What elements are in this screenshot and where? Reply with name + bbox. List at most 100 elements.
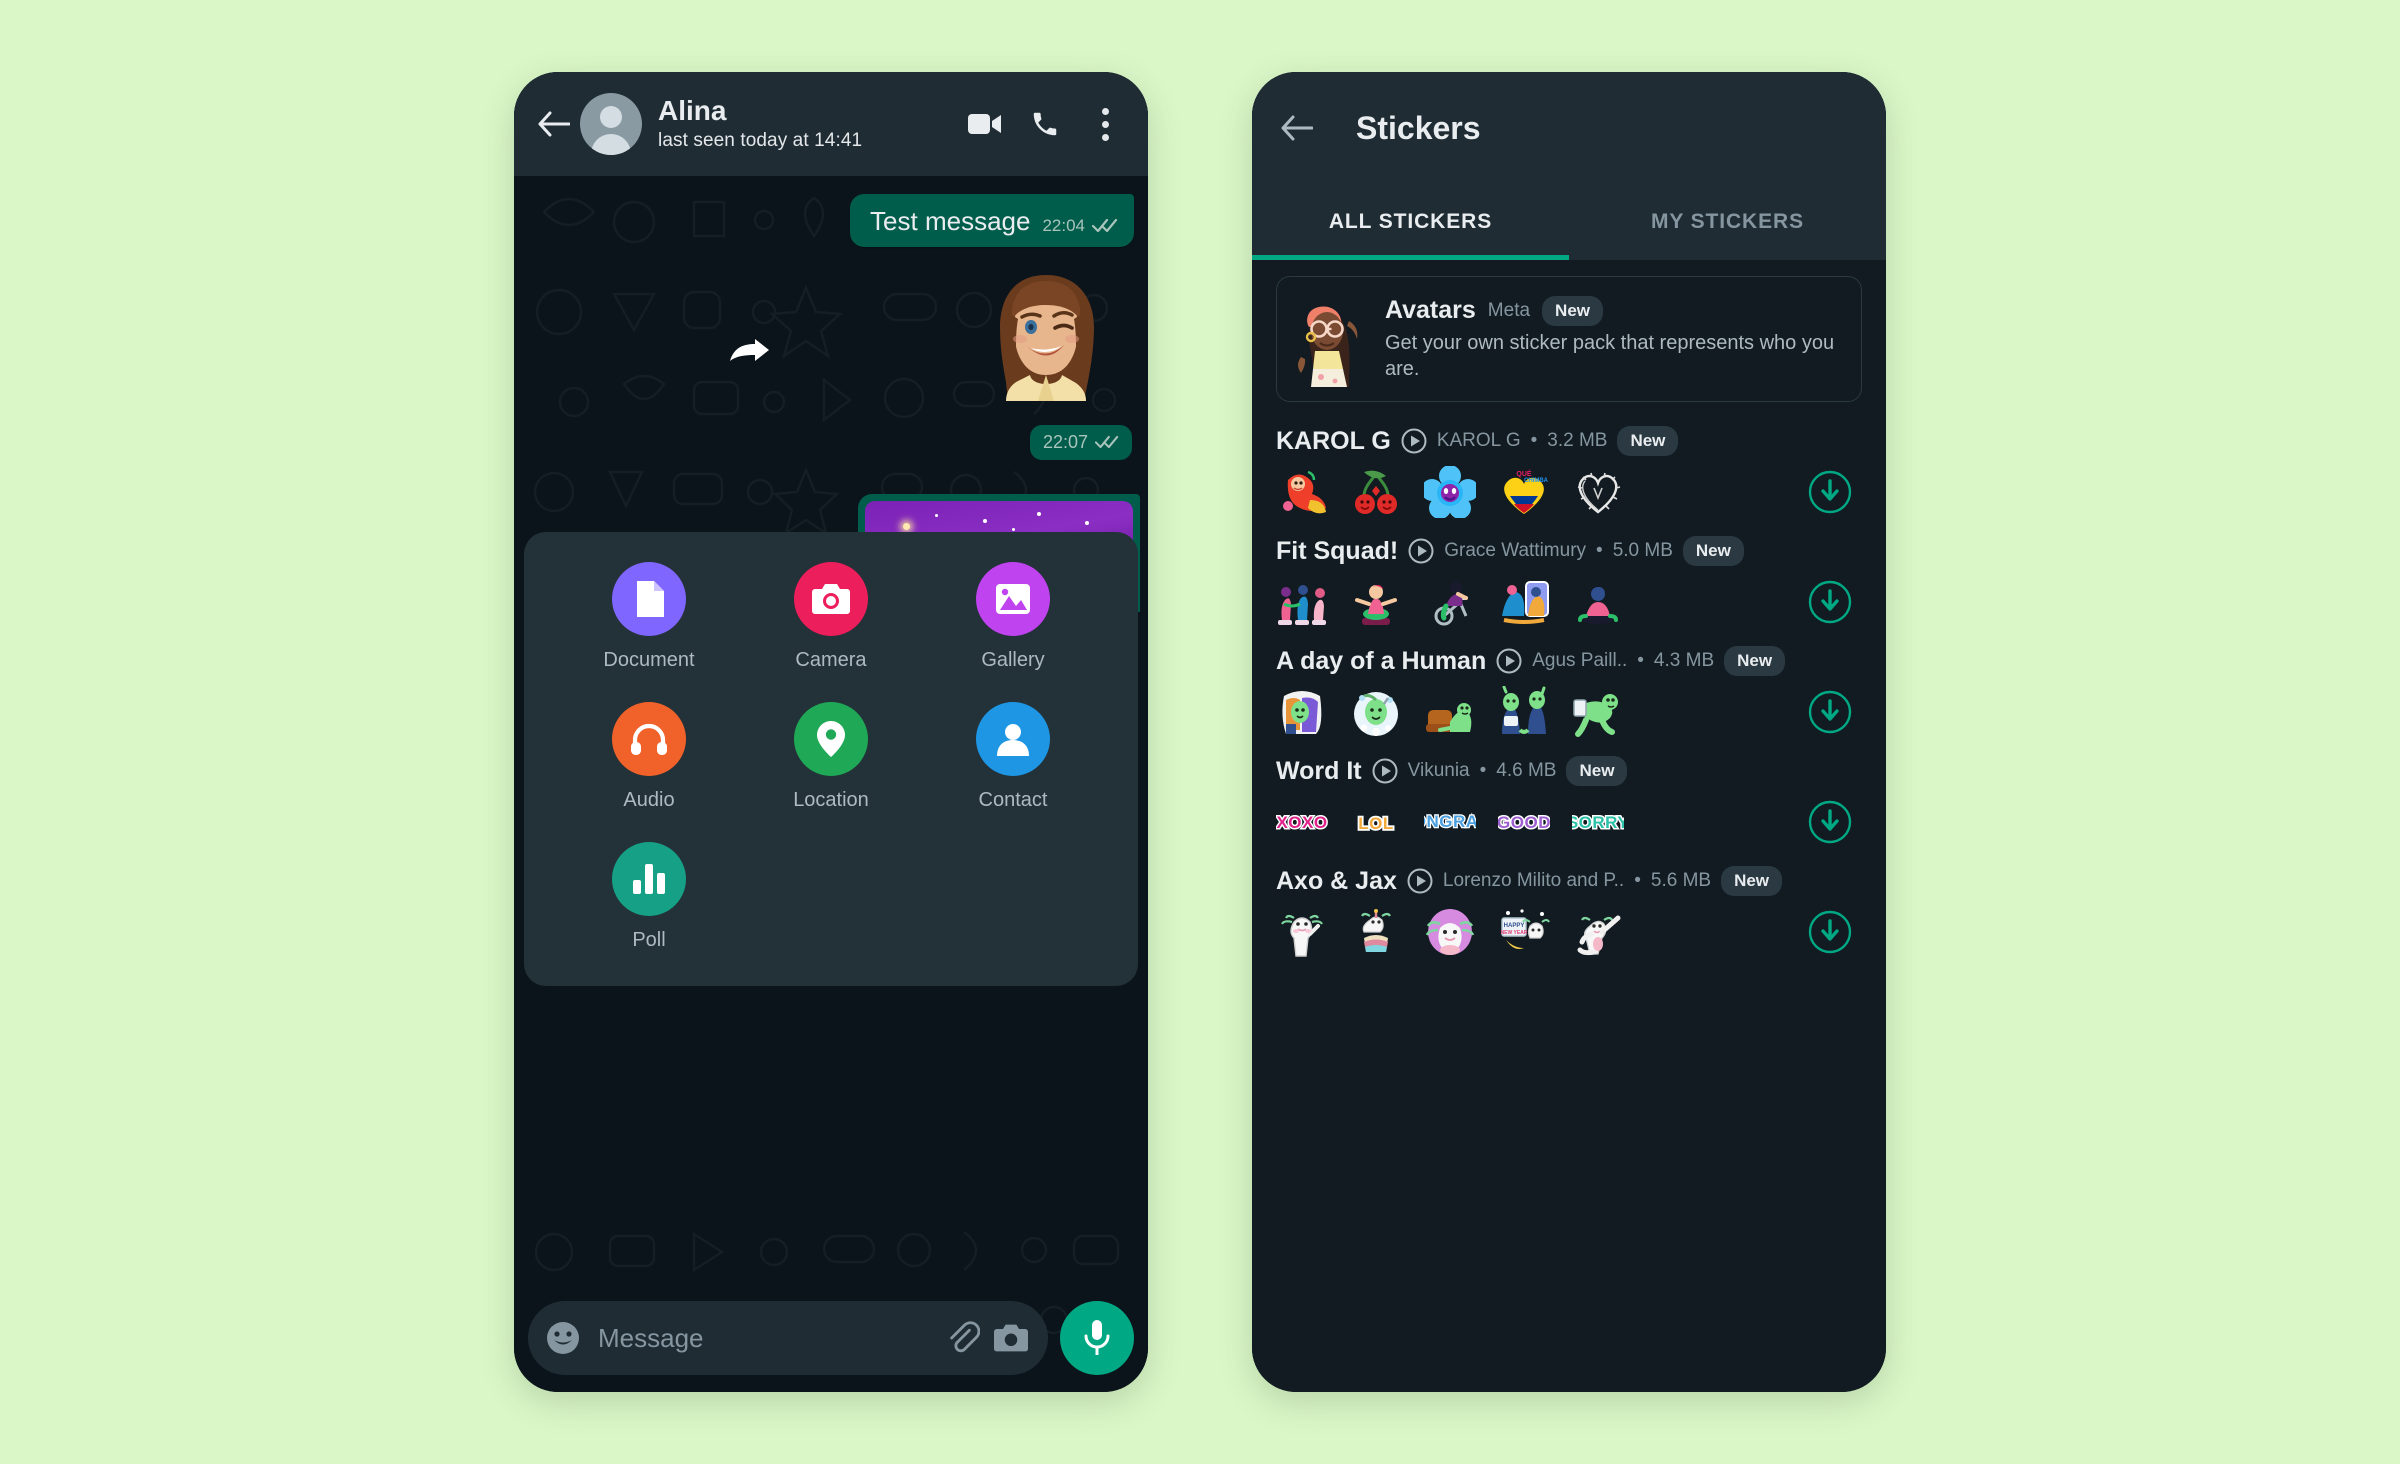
message-input[interactable]: Message xyxy=(598,1323,932,1354)
outgoing-text-bubble[interactable]: Test message 22:04 xyxy=(850,194,1134,247)
avatars-title: Avatars xyxy=(1385,296,1476,325)
chat-message-list[interactable]: Test message 22:04 22:07 Document Camera… xyxy=(514,176,1148,1392)
play-circle-icon[interactable] xyxy=(1407,868,1433,894)
avatars-promo-card[interactable]: Avatars Meta New Get your own sticker pa… xyxy=(1276,276,1862,402)
tab-all-stickers[interactable]: ALL STICKERS xyxy=(1252,184,1569,260)
play-circle-icon[interactable] xyxy=(1372,758,1398,784)
download-button[interactable] xyxy=(1808,580,1852,624)
sticker-thumb-sofa[interactable] xyxy=(1424,686,1476,738)
pack-thumbnails: XOXO LOL CONGRATS GOOD xyxy=(1276,796,1808,848)
sticker-pack[interactable]: Axo & Jax Lorenzo Milito and P.. • 5.6 M… xyxy=(1252,850,1886,960)
attachment-location[interactable]: Location xyxy=(740,702,922,812)
pack-header: KAROL G KAROL G • 3.2 MB New xyxy=(1276,426,1862,456)
camera-icon[interactable] xyxy=(994,1323,1028,1353)
back-button[interactable] xyxy=(1276,107,1318,149)
contact-info[interactable]: Alina last seen today at 14:41 xyxy=(658,95,968,153)
sticker-thumb-word-xoxo[interactable]: XOXO xyxy=(1276,796,1328,848)
svg-text:NEW YEAR: NEW YEAR xyxy=(1501,930,1528,936)
play-circle-icon[interactable] xyxy=(1408,538,1434,564)
sticker-thumb-happy-new-year[interactable]: HAPPY NEW YEAR xyxy=(1498,906,1550,958)
tab-my-stickers[interactable]: MY STICKERS xyxy=(1569,184,1886,260)
pack-thumbnails: QUÉ CHIMBA xyxy=(1276,466,1808,518)
sticker-thumb-running[interactable] xyxy=(1572,686,1624,738)
svg-text:QUÉ: QUÉ xyxy=(1516,469,1532,478)
chat-header: Alina last seen today at 14:41 xyxy=(514,72,1148,176)
sticker-pack[interactable]: Word It Vikunia • 4.6 MB New XOXO LOL NG… xyxy=(1252,740,1886,850)
pack-separator: • xyxy=(1596,540,1603,561)
sticker-thumb-word-congrats[interactable]: CONGRATS xyxy=(1424,796,1476,848)
sticker-pack[interactable]: Fit Squad! Grace Wattimury • 5.0 MB New xyxy=(1252,520,1886,630)
video-call-button[interactable] xyxy=(968,107,1002,141)
voice-call-button[interactable] xyxy=(1028,107,1062,141)
sticker-thumb-mermaid[interactable] xyxy=(1276,466,1328,518)
pack-new-badge: New xyxy=(1682,536,1744,566)
sticker-thumb-word-lol[interactable]: LOL xyxy=(1350,796,1402,848)
pack-new-badge: New xyxy=(1566,756,1628,786)
attachment-gallery[interactable]: Gallery xyxy=(922,562,1104,672)
sticker-thumb-word-sorry[interactable]: SORRY xyxy=(1572,796,1624,848)
attachment-location-label: Location xyxy=(793,789,869,811)
location-pin-icon xyxy=(817,721,845,757)
sticker-thumb-yoga[interactable] xyxy=(1572,576,1624,628)
play-circle-icon[interactable] xyxy=(1401,428,1427,454)
play-circle-icon[interactable] xyxy=(1496,648,1522,674)
pack-size: 4.6 MB xyxy=(1496,760,1557,781)
sticker-thumb-spin-bike[interactable] xyxy=(1424,576,1476,628)
pack-author: Agus Paill.. xyxy=(1532,650,1628,671)
sticker-thumb-axolotl-pink[interactable] xyxy=(1424,906,1476,958)
attachment-document[interactable]: Document xyxy=(558,562,740,672)
sticker-thumb-gym-trio[interactable] xyxy=(1276,576,1328,628)
attachment-audio-label: Audio xyxy=(623,789,675,811)
download-circle-icon xyxy=(1808,690,1852,734)
sticker-thumb-stretch[interactable] xyxy=(1350,576,1402,628)
kebab-menu-icon xyxy=(1101,107,1109,141)
voice-record-button[interactable] xyxy=(1060,1301,1134,1375)
sticker-thumb-phone-workout[interactable] xyxy=(1498,576,1550,628)
document-icon-circle xyxy=(612,562,686,636)
sticker-pack-list[interactable]: Avatars Meta New Get your own sticker pa… xyxy=(1252,260,1886,1392)
attachment-contact[interactable]: Contact xyxy=(922,702,1104,812)
download-button[interactable] xyxy=(1808,800,1852,844)
pack-size: 4.3 MB xyxy=(1653,650,1715,671)
sticker-thumb-thorn-heart[interactable] xyxy=(1572,466,1624,518)
attachment-poll[interactable]: Poll xyxy=(558,842,740,952)
sticker-thumb-cherries[interactable] xyxy=(1350,466,1402,518)
audio-icon-circle xyxy=(612,702,686,776)
stickers-phone-frame: Stickers ALL STICKERS MY STICKERS Avatar… xyxy=(1252,72,1886,1392)
avatar[interactable] xyxy=(580,93,642,155)
pack-name: Fit Squad! xyxy=(1276,536,1399,565)
sticker-thumb-shower[interactable] xyxy=(1350,686,1402,738)
sticker-thumb-axolotl-wave[interactable] xyxy=(1276,906,1328,958)
sticker-thumb-bus[interactable] xyxy=(1276,686,1328,738)
sticker-thumb-que-chimba[interactable]: QUÉ CHIMBA xyxy=(1498,466,1550,518)
paperclip-icon[interactable] xyxy=(946,1321,980,1355)
sticker-thumb-axolotl-cake[interactable] xyxy=(1350,906,1402,958)
download-button[interactable] xyxy=(1808,910,1852,954)
sticker-thumb-word-good[interactable]: GOOD xyxy=(1498,796,1550,848)
attachment-camera[interactable]: Camera xyxy=(740,562,922,672)
sticker-thumb-pair[interactable] xyxy=(1498,686,1550,738)
download-button[interactable] xyxy=(1808,690,1852,734)
sticker-time-pill: 22:07 xyxy=(1029,424,1132,460)
pack-thumbnails xyxy=(1276,576,1808,628)
avatars-publisher: Meta xyxy=(1487,299,1531,321)
message-input-bar: Message xyxy=(514,1284,1148,1392)
sticker-thumb-axolotl-dab[interactable] xyxy=(1572,906,1624,958)
pack-thumbnails: HAPPY NEW YEAR xyxy=(1276,906,1808,958)
screenshot-root: Alina last seen today at 14:41 Test mess… xyxy=(0,0,2400,1464)
download-button[interactable] xyxy=(1808,470,1852,514)
sticker-pack[interactable]: KAROL G KAROL G • 3.2 MB New QUÉ CHIMBA xyxy=(1252,410,1886,520)
sticker-thumb-blue-flower[interactable] xyxy=(1424,466,1476,518)
attachment-audio[interactable]: Audio xyxy=(558,702,740,812)
sticker-pack[interactable]: A day of a Human Agus Paill.. • 4.3 MB N… xyxy=(1252,630,1886,740)
avatar-sticker[interactable] xyxy=(962,271,1130,419)
emoji-smiley-icon[interactable] xyxy=(546,1321,580,1355)
download-circle-icon xyxy=(1808,910,1852,954)
back-button[interactable] xyxy=(534,104,574,144)
svg-text:CHIMBA: CHIMBA xyxy=(1524,478,1549,484)
pack-separator: • xyxy=(1479,760,1487,781)
overflow-menu-button[interactable] xyxy=(1088,107,1122,141)
pack-row xyxy=(1276,576,1862,628)
forward-button[interactable] xyxy=(728,338,770,374)
message-input-pill[interactable]: Message xyxy=(528,1301,1048,1375)
